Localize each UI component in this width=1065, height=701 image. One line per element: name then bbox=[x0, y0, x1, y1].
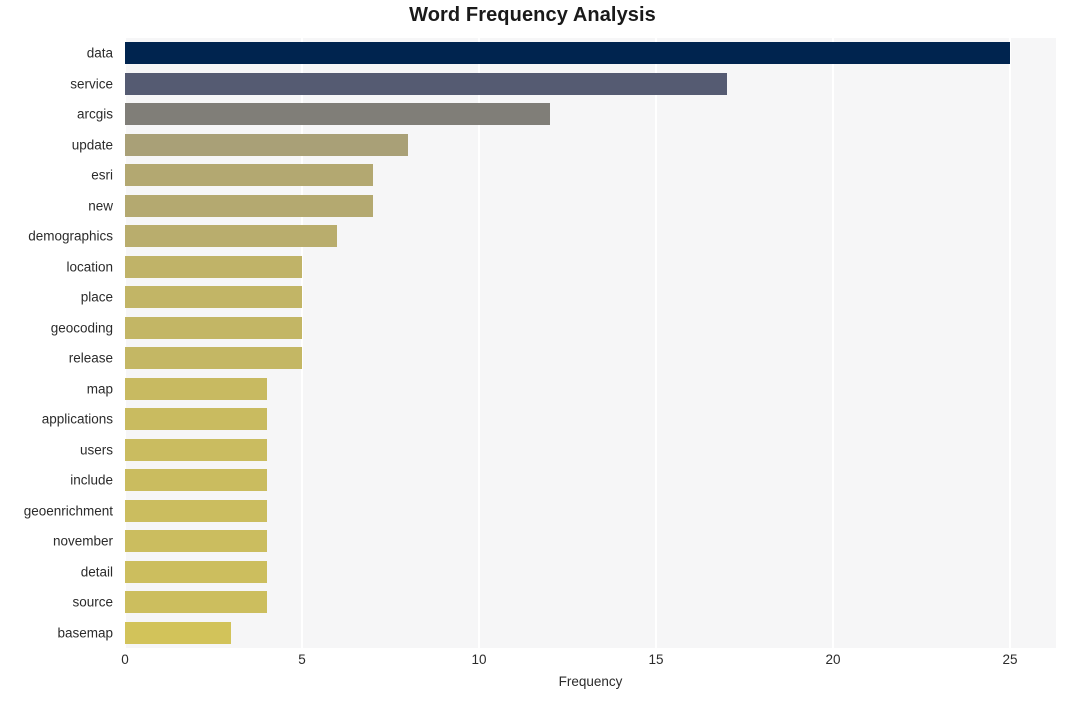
bar-slot bbox=[125, 255, 1056, 278]
y-tick-label-data: data bbox=[86, 45, 113, 61]
bar-include[interactable] bbox=[125, 469, 267, 492]
bar-slot bbox=[125, 347, 1056, 370]
bar-basemap[interactable] bbox=[125, 621, 232, 644]
x-tick-label-15: 15 bbox=[648, 652, 664, 667]
bar-demographics[interactable] bbox=[125, 225, 338, 248]
bar-slot bbox=[125, 72, 1056, 95]
bar-slot bbox=[125, 530, 1056, 553]
bar-november[interactable] bbox=[125, 530, 267, 553]
bar-series bbox=[125, 38, 1056, 648]
bar-slot bbox=[125, 194, 1056, 217]
x-tick-label-20: 20 bbox=[825, 652, 841, 667]
y-axis-tick-labels: data service arcgis update esri new demographi… bbox=[0, 38, 119, 648]
bar-slot bbox=[125, 164, 1056, 187]
y-tick-label-new: new bbox=[88, 198, 113, 214]
plot-area bbox=[125, 38, 1056, 648]
bar-geocoding[interactable] bbox=[125, 316, 302, 339]
bar-slot bbox=[125, 103, 1056, 126]
y-tick-label-geocoding: geocoding bbox=[50, 320, 113, 336]
bar-slot bbox=[125, 469, 1056, 492]
bar-slot bbox=[125, 42, 1056, 65]
bar-slot bbox=[125, 560, 1056, 583]
y-tick-label-include: include bbox=[70, 472, 113, 488]
bar-slot bbox=[125, 408, 1056, 431]
y-tick-label-november: november bbox=[52, 533, 113, 549]
y-tick-label-arcgis: arcgis bbox=[76, 106, 113, 122]
y-tick-label-source: source bbox=[72, 594, 113, 610]
bar-slot bbox=[125, 377, 1056, 400]
bar-applications[interactable] bbox=[125, 408, 267, 431]
y-tick-label-users: users bbox=[79, 442, 113, 458]
bar-location[interactable] bbox=[125, 255, 302, 278]
y-tick-label-service: service bbox=[70, 76, 113, 92]
bar-slot bbox=[125, 438, 1056, 461]
bar-slot bbox=[125, 621, 1056, 644]
y-tick-label-location: location bbox=[66, 259, 113, 275]
x-axis-title: Frequency bbox=[558, 674, 623, 689]
bar-data[interactable] bbox=[125, 42, 1010, 65]
bar-map[interactable] bbox=[125, 377, 267, 400]
y-tick-label-demographics: demographics bbox=[28, 228, 113, 244]
bar-slot bbox=[125, 286, 1056, 309]
bar-release[interactable] bbox=[125, 347, 302, 370]
y-tick-label-applications: applications bbox=[41, 411, 113, 427]
bar-arcgis[interactable] bbox=[125, 103, 550, 126]
bar-esri[interactable] bbox=[125, 164, 373, 187]
x-tick-label-25: 25 bbox=[1002, 652, 1018, 667]
y-tick-label-place: place bbox=[80, 289, 113, 305]
bar-slot bbox=[125, 591, 1056, 614]
y-tick-label-detail: detail bbox=[80, 564, 113, 580]
x-tick-label-0: 0 bbox=[121, 652, 129, 667]
y-tick-label-map: map bbox=[86, 381, 113, 397]
bar-new[interactable] bbox=[125, 194, 373, 217]
bar-source[interactable] bbox=[125, 591, 267, 614]
bar-slot bbox=[125, 499, 1056, 522]
bar-slot bbox=[125, 133, 1056, 156]
bar-slot bbox=[125, 316, 1056, 339]
chart-title: Word Frequency Analysis bbox=[409, 4, 656, 26]
bar-place[interactable] bbox=[125, 286, 302, 309]
bar-detail[interactable] bbox=[125, 560, 267, 583]
bar-geoenrichment[interactable] bbox=[125, 499, 267, 522]
y-tick-label-basemap: basemap bbox=[57, 625, 113, 641]
bar-users[interactable] bbox=[125, 438, 267, 461]
x-axis-tick-labels: 0 5 10 15 20 25 bbox=[0, 652, 1065, 674]
x-tick-label-10: 10 bbox=[471, 652, 487, 667]
y-tick-label-update: update bbox=[71, 137, 113, 153]
x-tick-label-5: 5 bbox=[298, 652, 306, 667]
y-tick-label-esri: esri bbox=[91, 167, 113, 183]
y-tick-label-release: release bbox=[68, 350, 113, 366]
bar-service[interactable] bbox=[125, 72, 727, 95]
y-tick-label-geoenrichment: geoenrichment bbox=[23, 503, 113, 519]
bar-update[interactable] bbox=[125, 133, 409, 156]
bar-slot bbox=[125, 225, 1056, 248]
chart-figure: Word Frequency Analysis data service arcgi… bbox=[0, 0, 1065, 701]
